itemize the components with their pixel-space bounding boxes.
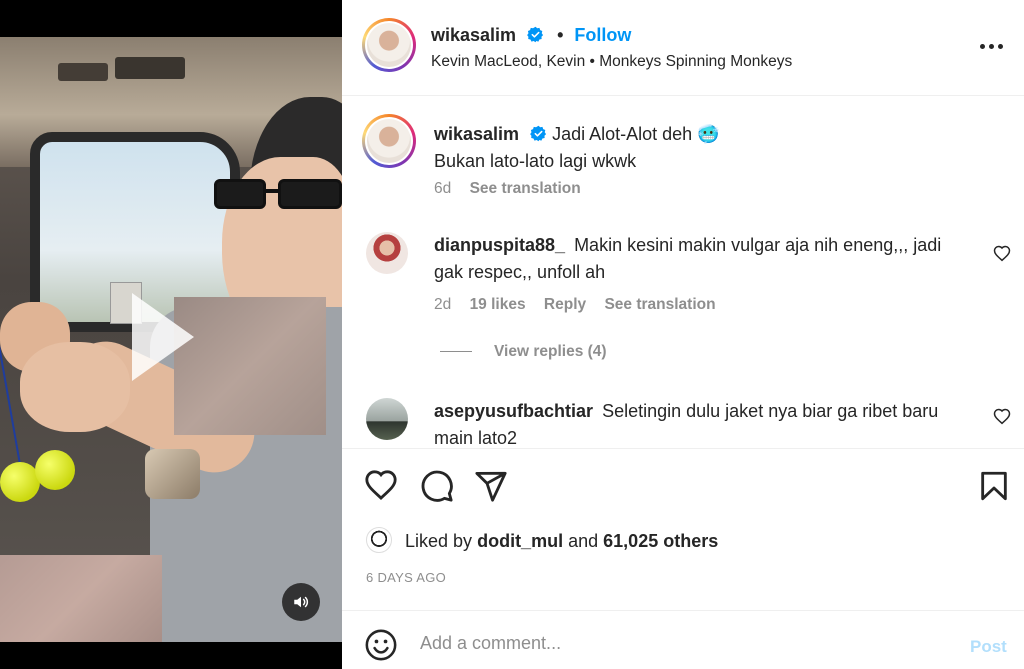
video-scene-vent [115, 57, 185, 79]
likes-summary: Liked by dodit_mul and 61,025 others [366, 527, 718, 553]
comment-username[interactable]: dianpuspita88_ [434, 235, 565, 255]
avatar[interactable] [366, 232, 408, 274]
avatar[interactable] [362, 114, 416, 168]
post-details-panel: wikasalim • Follow Kevin MacLeod, Kevin … [342, 0, 1024, 669]
video-scene-hand [20, 342, 130, 432]
share-send-icon[interactable] [474, 469, 508, 503]
video-scene-watch [145, 449, 200, 499]
follow-button[interactable]: Follow [574, 25, 631, 45]
author-username[interactable]: wikasalim [431, 25, 516, 45]
liked-by-user[interactable]: dodit_mul [477, 531, 563, 551]
caption-text: Jadi Alot-Alot deh 🥶 [552, 124, 720, 144]
like-comment-icon[interactable] [993, 408, 1011, 426]
video-scene-ball [35, 450, 75, 490]
speaker-icon [294, 596, 309, 608]
separator-dot: • [557, 25, 564, 45]
sound-toggle-button[interactable] [282, 583, 320, 621]
post-header: wikasalim • Follow Kevin MacLeod, Kevin … [342, 0, 1024, 96]
liked-by-label: Liked by [405, 531, 473, 551]
comments-section[interactable]: wikasalim Jadi Alot-Alot deh 🥶 Bukan lat… [342, 97, 1024, 447]
caption-text: Bukan lato-lato lagi wkwk [434, 151, 637, 171]
post-actions: Liked by dodit_mul and 61,025 others 6 D… [342, 448, 1024, 608]
avatar[interactable] [366, 398, 408, 440]
view-replies-button[interactable]: View replies (4) [440, 343, 607, 361]
post-date[interactable]: 6 DAYS AGO [366, 570, 446, 585]
verified-badge-icon [530, 125, 547, 142]
video-scene-ball [0, 462, 40, 502]
comment-likes[interactable]: 19 likes [470, 296, 526, 313]
liked-by-others[interactable]: 61,025 others [603, 531, 718, 551]
like-comment-icon[interactable] [993, 245, 1011, 263]
video-scene-vent [58, 63, 108, 81]
caption-time[interactable]: 6d [434, 180, 451, 197]
replies-divider [440, 351, 472, 353]
video-scene-sunglasses [214, 177, 342, 211]
add-comment-bar: Post [342, 610, 1024, 669]
blurred-region [174, 297, 326, 435]
comment-time[interactable]: 2d [434, 296, 451, 313]
reply-button[interactable]: Reply [544, 296, 586, 313]
liked-by-and: and [568, 531, 599, 551]
comment-bubble-icon[interactable] [420, 469, 454, 503]
audio-attribution[interactable]: Kevin MacLeod, Kevin • Monkeys Spinning … [431, 53, 792, 71]
avatar[interactable] [366, 527, 392, 553]
see-translation-link[interactable]: See translation [604, 296, 715, 313]
avatar[interactable] [362, 18, 416, 72]
see-translation-link[interactable]: See translation [470, 180, 581, 197]
post-button[interactable]: Post [970, 637, 1007, 657]
blurred-region [0, 555, 162, 642]
verified-badge-icon [527, 26, 544, 43]
comment-username[interactable]: asepyusufbachtiar [434, 401, 593, 421]
view-replies-label: View replies (4) [494, 343, 607, 360]
save-bookmark-icon[interactable] [977, 469, 1011, 503]
emoji-icon[interactable] [364, 628, 398, 662]
more-options-icon[interactable] [978, 36, 1006, 56]
caption-username[interactable]: wikasalim [434, 124, 519, 144]
add-comment-input[interactable] [420, 625, 940, 661]
play-icon[interactable] [132, 293, 194, 381]
video-player[interactable] [0, 37, 342, 642]
post-media[interactable] [0, 0, 342, 669]
like-heart-icon[interactable] [364, 469, 398, 503]
